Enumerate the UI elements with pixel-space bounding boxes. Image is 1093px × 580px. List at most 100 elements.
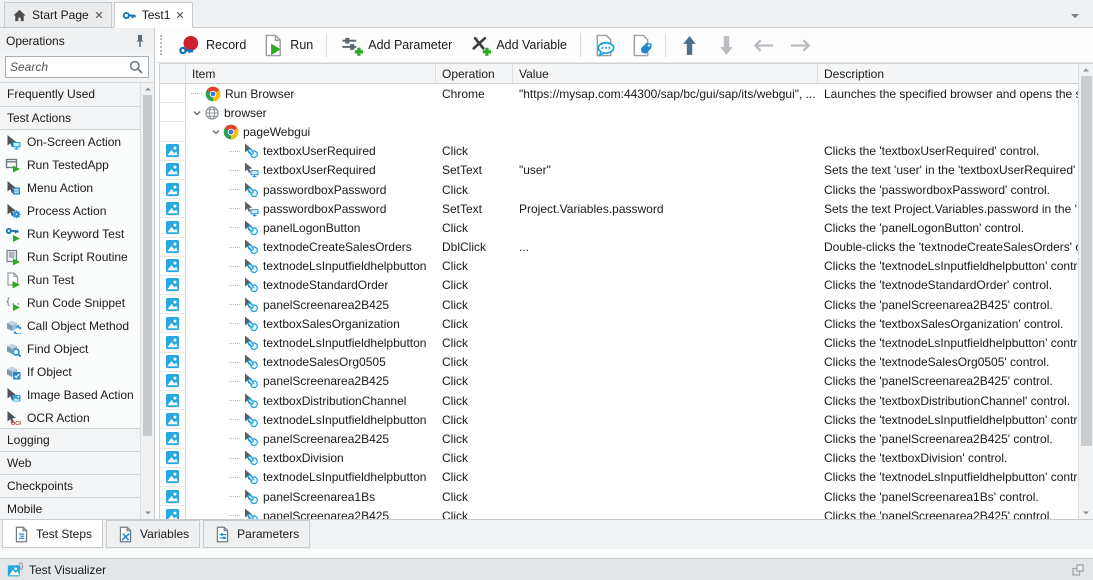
test-step-row-textboxsalesorganization[interactable]: textboxSalesOrganizationClickClicks the … bbox=[160, 314, 1078, 333]
row-gutter[interactable] bbox=[160, 429, 186, 448]
row-gutter[interactable] bbox=[160, 257, 186, 276]
test-step-row-textnodelsinputfieldhelpbutton[interactable]: textnodeLsInputfieldhelpbuttonClickClick… bbox=[160, 410, 1078, 429]
add-parameter-button[interactable]: Add Parameter bbox=[333, 31, 459, 60]
operation-run-test[interactable]: Run Test bbox=[0, 268, 140, 291]
close-icon[interactable] bbox=[175, 10, 185, 20]
test-step-row-pagewebgui[interactable]: pageWebgui bbox=[160, 122, 1078, 141]
row-gutter[interactable] bbox=[160, 180, 186, 199]
row-gutter[interactable] bbox=[160, 506, 186, 519]
grid-scrollbar-thumb[interactable] bbox=[1081, 76, 1092, 446]
row-gutter[interactable] bbox=[160, 468, 186, 487]
operation-ocr-action[interactable]: OCROCR Action bbox=[0, 406, 140, 429]
test-step-row-textnodelsinputfieldhelpbutton[interactable]: textnodeLsInputfieldhelpbuttonClickClick… bbox=[160, 468, 1078, 487]
operation-find-object[interactable]: Find Object bbox=[0, 337, 140, 360]
operation-image-based-action[interactable]: Image Based Action bbox=[0, 383, 140, 406]
row-gutter[interactable] bbox=[160, 314, 186, 333]
operation-run-keyword-test[interactable]: Run Keyword Test bbox=[0, 222, 140, 245]
expander-icon[interactable] bbox=[190, 107, 203, 119]
test-step-row-passwordboxpassword[interactable]: passwordboxPasswordClickClicks the 'pass… bbox=[160, 180, 1078, 199]
test-step-row-textnodestandardorder[interactable]: textnodeStandardOrderClickClicks the 'te… bbox=[160, 276, 1078, 295]
pin-icon[interactable] bbox=[132, 33, 148, 49]
test-step-row-run-browser[interactable]: Run BrowserChrome"https://mysap.com:4430… bbox=[160, 84, 1078, 103]
category-test-actions[interactable]: Test Actions bbox=[0, 106, 140, 130]
operation-run-code-snippet[interactable]: {..}Run Code Snippet bbox=[0, 291, 140, 314]
test-step-row-textboxdistributionchannel[interactable]: textboxDistributionChannelClickClicks th… bbox=[160, 391, 1078, 410]
test-step-row-textnodesalesorg0505[interactable]: textnodeSalesOrg0505ClickClicks the 'tex… bbox=[160, 353, 1078, 372]
test-step-row-textnodelsinputfieldhelpbutton[interactable]: textnodeLsInputfieldhelpbuttonClickClick… bbox=[160, 257, 1078, 276]
toolbar-drag-handle[interactable] bbox=[160, 35, 164, 55]
tab-variables[interactable]: Variables bbox=[106, 520, 200, 548]
move-left-button[interactable] bbox=[746, 31, 781, 60]
add-variable-button[interactable]: Add Variable bbox=[461, 31, 574, 60]
column-header-item[interactable]: Item bbox=[186, 64, 436, 83]
row-gutter[interactable] bbox=[160, 487, 186, 506]
column-header-operation[interactable]: Operation bbox=[436, 64, 513, 83]
resize-grip-icon[interactable] bbox=[1070, 562, 1086, 578]
operation-if-object[interactable]: If Object bbox=[0, 360, 140, 383]
chevron-down-icon[interactable] bbox=[1067, 8, 1083, 24]
test-step-row-panelscreenarea2b425[interactable]: panelScreenarea2B425ClickClicks the 'pan… bbox=[160, 429, 1078, 448]
row-gutter[interactable] bbox=[160, 218, 186, 237]
description-cell: Clicks the 'textboxUserRequired' control… bbox=[818, 142, 1078, 161]
close-icon[interactable] bbox=[94, 10, 104, 20]
row-gutter[interactable] bbox=[160, 410, 186, 429]
test-step-row-textboxdivision[interactable]: textboxDivisionClickClicks the 'textboxD… bbox=[160, 449, 1078, 468]
search-icon[interactable] bbox=[128, 59, 144, 75]
grid-scrollbar[interactable] bbox=[1078, 64, 1093, 519]
test-step-row-textboxuserrequired[interactable]: textboxUserRequiredSetText"user"Sets the… bbox=[160, 161, 1078, 180]
operation-call-object-method[interactable]: Call Object Method bbox=[0, 314, 140, 337]
test-step-row-panelscreenarea2b425[interactable]: panelScreenarea2B425ClickClicks the 'pan… bbox=[160, 372, 1078, 391]
row-gutter[interactable] bbox=[160, 295, 186, 314]
scroll-up-icon[interactable] bbox=[144, 85, 152, 93]
test-step-row-panellogonbutton[interactable]: panelLogonButtonClickClicks the 'panelLo… bbox=[160, 218, 1078, 237]
sidebar-scrollbar-thumb[interactable] bbox=[143, 95, 152, 436]
category-frequently-used[interactable]: Frequently Used bbox=[0, 83, 140, 107]
tab-test-steps[interactable]: Test Steps bbox=[2, 520, 103, 548]
row-gutter[interactable] bbox=[160, 391, 186, 410]
operation-on-screen-action[interactable]: On-Screen Action bbox=[0, 130, 140, 153]
test-step-row-textnodecreatesalesorders[interactable]: textnodeCreateSalesOrdersDblClick...Doub… bbox=[160, 238, 1078, 257]
move-right-button[interactable] bbox=[783, 31, 818, 60]
move-up-button[interactable] bbox=[672, 31, 707, 60]
test-step-row-panelscreenarea2b425[interactable]: panelScreenarea2B425ClickClicks the 'pan… bbox=[160, 295, 1078, 314]
row-gutter[interactable] bbox=[160, 333, 186, 352]
category-logging[interactable]: Logging bbox=[0, 428, 140, 452]
operation-run-script-routine[interactable]: Run Script Routine bbox=[0, 245, 140, 268]
row-gutter[interactable] bbox=[160, 161, 186, 180]
operation-run-testedapp[interactable]: Run TestedApp bbox=[0, 153, 140, 176]
add-comment-button[interactable] bbox=[587, 31, 622, 60]
column-header-value[interactable]: Value bbox=[513, 64, 818, 83]
add-label-button[interactable] bbox=[624, 31, 659, 60]
row-gutter[interactable] bbox=[160, 353, 186, 372]
category-mobile[interactable]: Mobile bbox=[0, 497, 140, 519]
tab-parameters[interactable]: Parameters bbox=[203, 520, 310, 548]
scroll-down-icon[interactable] bbox=[1082, 509, 1090, 517]
record-button[interactable]: Record bbox=[171, 31, 253, 60]
test-step-row-panelscreenarea2b425[interactable]: panelScreenarea2B425ClickClicks the 'pan… bbox=[160, 506, 1078, 519]
scroll-up-icon[interactable] bbox=[1082, 66, 1090, 74]
run-button[interactable]: Run bbox=[255, 31, 320, 60]
tab-test1[interactable]: Test1 bbox=[114, 2, 194, 28]
row-gutter[interactable] bbox=[160, 276, 186, 295]
category-web[interactable]: Web bbox=[0, 451, 140, 475]
test-step-row-browser[interactable]: browser bbox=[160, 103, 1078, 122]
row-gutter[interactable] bbox=[160, 238, 186, 257]
operation-menu-action[interactable]: Menu Action bbox=[0, 176, 140, 199]
search-input[interactable] bbox=[10, 60, 128, 74]
move-down-button[interactable] bbox=[709, 31, 744, 60]
test-step-row-passwordboxpassword[interactable]: passwordboxPasswordSetTextProject.Variab… bbox=[160, 199, 1078, 218]
scroll-down-icon[interactable] bbox=[144, 509, 152, 517]
row-gutter[interactable] bbox=[160, 372, 186, 391]
column-header-description[interactable]: Description bbox=[818, 64, 1078, 83]
row-gutter[interactable] bbox=[160, 199, 186, 218]
test-step-row-textnodelsinputfieldhelpbutton[interactable]: textnodeLsInputfieldhelpbuttonClickClick… bbox=[160, 333, 1078, 352]
tab-start-page[interactable]: Start Page bbox=[4, 2, 112, 28]
test-step-row-textboxuserrequired[interactable]: textboxUserRequiredClickClicks the 'text… bbox=[160, 142, 1078, 161]
expander-icon[interactable] bbox=[209, 126, 222, 138]
row-gutter[interactable] bbox=[160, 449, 186, 468]
row-gutter[interactable] bbox=[160, 142, 186, 161]
test-step-row-panelscreenarea1bs[interactable]: panelScreenarea1BsClickClicks the 'panel… bbox=[160, 487, 1078, 506]
operation-process-action[interactable]: Process Action bbox=[0, 199, 140, 222]
category-checkpoints[interactable]: Checkpoints bbox=[0, 474, 140, 498]
sidebar-scrollbar[interactable] bbox=[140, 83, 154, 519]
